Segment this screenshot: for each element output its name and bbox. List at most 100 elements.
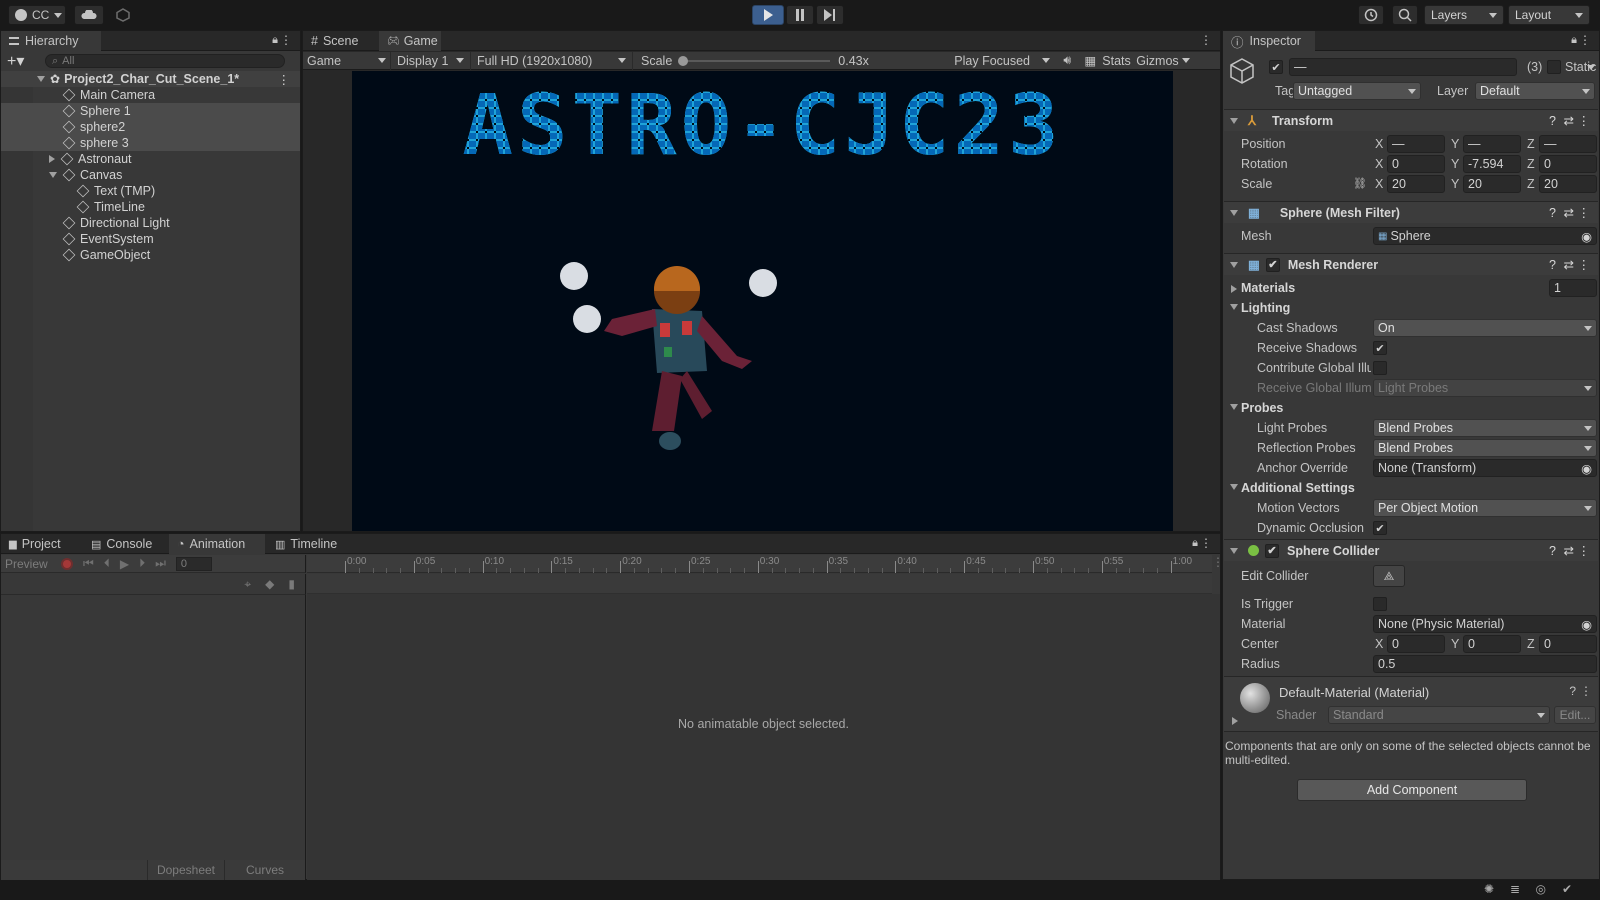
speaker-icon[interactable]: 🔊︎ [1056,53,1078,68]
network-icon[interactable]: ◎ [1536,882,1546,896]
help-icon[interactable]: ? [1549,258,1556,272]
prev-key-icon[interactable]: ⏴ [104,556,110,571]
lock-icon[interactable]: 🔒︎ [1192,537,1198,550]
game-mode-dropdown[interactable]: Game [303,51,391,70]
record-icon[interactable] [61,557,73,570]
scene-row[interactable]: ✿ Project2_Char_Cut_Scene_1* ⋮ [1,71,300,87]
filter-icon[interactable]: ⌖ [244,577,251,592]
radius-field[interactable]: 0.5 [1373,655,1597,673]
game-viewport[interactable]: ASTRO-CJC23 [352,71,1173,531]
hierarchy-item-canvas[interactable]: Canvas [1,167,300,183]
tab-project[interactable]: ▆ Project [1,534,83,554]
hierarchy-item-sphere-3[interactable]: sphere 3 [1,135,300,151]
timeline-ruler[interactable]: 0:00 0:05 0:10 0:15 0:20 0:25 0:30 0:35 0:40 0:45… [307,555,1212,573]
position-y-field[interactable]: — [1463,135,1521,153]
contribute-gi-checkbox[interactable] [1373,361,1387,375]
preset-icon[interactable]: ⇄ [1564,205,1574,220]
physic-material-field[interactable]: None (Physic Material) ◉ [1373,615,1597,633]
preset-icon[interactable]: ⇄ [1564,113,1574,128]
mesh-renderer-enabled-checkbox[interactable]: ✔ [1265,257,1280,272]
debug-icon[interactable]: ✺ [1484,882,1494,896]
hierarchy-item-sphere-1[interactable]: Sphere 1 [1,103,300,119]
sphere-collider-enabled-checkbox[interactable]: ✔ [1265,543,1279,558]
active-checkbox[interactable]: ✔ [1269,60,1283,74]
collapse-arrow-icon[interactable] [49,172,57,178]
dynamic-occlusion-checkbox[interactable]: ✔ [1373,521,1387,535]
materials-count-field[interactable]: 1 [1549,279,1597,297]
kebab-menu-icon[interactable]: ⋮ [1200,33,1212,47]
add-keyframe-icon[interactable]: ◆ [265,577,274,591]
collapse-arrow-icon[interactable] [37,76,45,82]
motion-vectors-dropdown[interactable]: Per Object Motion [1373,499,1597,517]
preset-icon[interactable]: ⇄ [1564,543,1574,558]
light-probes-dropdown[interactable]: Blend Probes [1373,419,1597,437]
play-icon[interactable]: ▶ [120,557,129,571]
expand-arrow-icon[interactable] [1231,285,1237,293]
kebab-menu-icon[interactable]: ⋮ [1579,33,1591,47]
dopesheet-button[interactable]: Dopesheet [147,860,225,880]
curves-button[interactable]: Curves [225,860,305,880]
kebab-menu-icon[interactable]: ⋮ [280,33,292,47]
collapse-arrow-icon[interactable] [1230,209,1238,216]
kebab-menu-icon[interactable]: ⋮ [1580,684,1592,698]
kebab-menu-icon[interactable]: ⋮ [1578,113,1591,128]
event-line[interactable] [307,574,1212,594]
tab-console[interactable]: ▤ Console [83,534,169,554]
scale-z-field[interactable]: 20 [1539,175,1597,193]
receive-shadows-checkbox[interactable]: ✔ [1373,341,1387,355]
layers-dropdown[interactable]: Layers [1424,5,1504,25]
collapse-arrow-icon[interactable] [1230,547,1238,554]
add-event-icon[interactable]: ▮ [288,577,295,591]
help-icon[interactable]: ? [1549,544,1556,558]
resolution-dropdown[interactable]: Full HD (1920x1080) [471,51,633,70]
is-trigger-checkbox[interactable] [1373,597,1387,611]
position-z-field[interactable]: — [1539,135,1597,153]
last-key-icon[interactable]: ⏭ [155,556,166,571]
grid-icon[interactable]: ▦ [1078,53,1102,68]
preset-icon[interactable]: ⇄ [1564,257,1574,272]
kebab-menu-icon[interactable]: ⋮ [1212,555,1224,573]
kebab-menu-icon[interactable]: ⋮ [1200,536,1212,550]
stats-button[interactable]: Stats [1102,54,1136,68]
object-name-field[interactable]: — [1289,58,1517,76]
add-component-button[interactable]: Add Component [1297,779,1527,801]
object-picker-icon[interactable]: ◉ [1581,617,1592,632]
lighting-label[interactable]: Lighting [1241,301,1290,315]
scale-y-field[interactable]: 20 [1463,175,1521,193]
center-x-field[interactable]: 0 [1387,635,1445,653]
collapse-arrow-icon[interactable] [1230,484,1238,490]
additional-settings-label[interactable]: Additional Settings [1241,481,1355,495]
expand-arrow-icon[interactable] [1232,717,1238,725]
lock-icon[interactable]: 🔒︎ [272,34,278,47]
help-icon[interactable]: ? [1549,114,1556,128]
step-button[interactable] [816,5,844,25]
expand-arrow-icon[interactable] [49,155,55,163]
pause-button[interactable] [786,5,814,25]
edit-collider-button[interactable]: ⟁ [1373,565,1405,587]
hierarchy-item-astronaut[interactable]: Astronaut [1,151,300,167]
history-button[interactable] [1358,5,1384,25]
hierarchy-item-timeline[interactable]: TimeLine [1,199,300,215]
scale-slider[interactable] [678,52,831,70]
collapse-arrow-icon[interactable] [1230,304,1238,310]
center-y-field[interactable]: 0 [1463,635,1521,653]
link-icon[interactable]: ⛓︎ [1353,177,1367,190]
lock-icon[interactable]: 🔒︎ [1571,34,1577,47]
reflection-probes-dropdown[interactable]: Blend Probes [1373,439,1597,457]
tag-dropdown[interactable]: Untagged [1293,82,1421,100]
tab-scene[interactable]: # Scene [303,31,379,51]
anchor-override-field[interactable]: None (Transform) ◉ [1373,459,1597,477]
hierarchy-item-sphere2[interactable]: sphere2 [1,119,300,135]
tab-game[interactable]: 🎮︎ Game [379,31,441,51]
cast-shadows-dropdown[interactable]: On [1373,319,1597,337]
collapse-arrow-icon[interactable] [1230,261,1238,268]
sphere-collider-header[interactable]: ✔ Sphere Collider ? ⇄ ⋮ [1224,539,1598,561]
help-icon[interactable]: ? [1549,206,1556,220]
search-button[interactable] [1392,5,1418,25]
hierarchy-item-main-camera[interactable]: Main Camera [1,87,300,103]
hierarchy-item-gameobject[interactable]: GameObject [1,247,300,263]
dopesheet-area[interactable]: No animatable object selected. [307,594,1220,880]
chevron-down-icon[interactable] [1182,58,1191,63]
hierarchy-item-eventsystem[interactable]: EventSystem [1,231,300,247]
tab-timeline[interactable]: ▥ Timeline [267,534,353,554]
